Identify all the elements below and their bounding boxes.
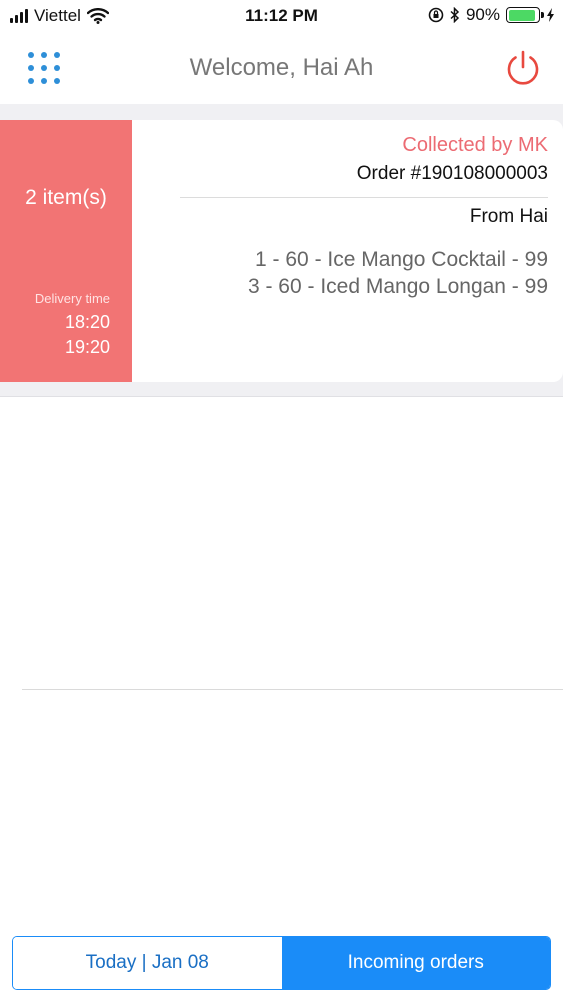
list-separator bbox=[0, 396, 563, 397]
app-header: Welcome, Hai Ah bbox=[0, 32, 563, 104]
order-line-items: 1 - 60 - Ice Mango Cocktail - 99 3 - 60 … bbox=[248, 246, 548, 300]
line-item: 1 - 60 - Ice Mango Cocktail - 99 bbox=[255, 248, 548, 271]
battery-fill bbox=[508, 9, 535, 21]
order-number: Order #190108000003 bbox=[356, 163, 548, 184]
delivery-time-start: 18:20 bbox=[64, 312, 110, 332]
page-title: Welcome, Hai Ah bbox=[189, 54, 374, 81]
bluetooth-icon bbox=[450, 7, 460, 23]
list-separator bbox=[22, 689, 563, 690]
tab-today[interactable]: Today | Jan 08 bbox=[13, 937, 282, 989]
battery-icon bbox=[506, 7, 544, 23]
status-right: 90% bbox=[428, 5, 555, 25]
order-divider bbox=[180, 197, 548, 198]
status-bar: Viettel 11:12 PM 90% bbox=[0, 0, 563, 32]
order-tabs: Today | Jan 08 Incoming orders bbox=[12, 936, 551, 990]
delivery-time-label: Delivery time bbox=[34, 291, 110, 306]
power-icon[interactable] bbox=[503, 48, 543, 88]
charging-icon bbox=[547, 8, 554, 22]
battery-percent: 90% bbox=[465, 5, 500, 24]
order-summary-panel: 2 item(s) Delivery time 18:20 19:20 bbox=[0, 120, 132, 382]
delivery-time-end: 19:20 bbox=[64, 337, 110, 357]
order-from: From Hai bbox=[469, 206, 548, 227]
order-card[interactable]: 2 item(s) Delivery time 18:20 19:20 Coll… bbox=[0, 120, 563, 382]
order-status: Collected by MK bbox=[402, 134, 548, 156]
line-item: 3 - 60 - Iced Mango Longan - 99 bbox=[247, 275, 548, 298]
tab-incoming-orders[interactable]: Incoming orders bbox=[281, 937, 550, 989]
item-count: 2 item(s) bbox=[25, 186, 107, 209]
orientation-lock-icon bbox=[428, 7, 444, 23]
